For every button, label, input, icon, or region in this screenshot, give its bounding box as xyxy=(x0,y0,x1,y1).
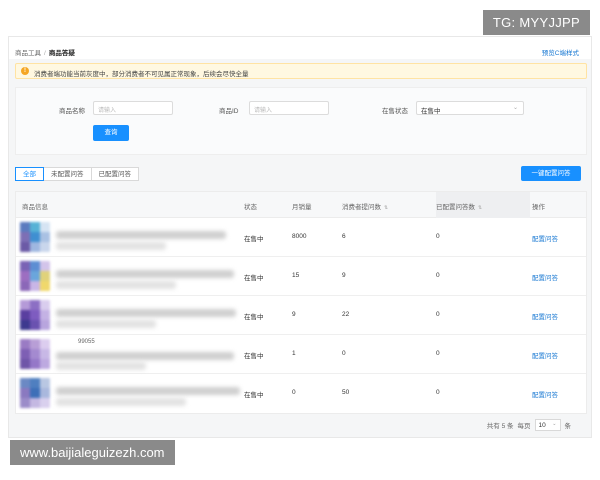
status-label: 在售状态 xyxy=(382,108,408,115)
product-subtitle-obscured xyxy=(56,362,146,370)
notice-banner: ! 消费者端功能当前灰度中，部分消费者不可见属正常现象，后续会尽快全量 xyxy=(15,63,587,79)
product-title-obscured xyxy=(56,387,240,395)
pagination: 共有 5 条 每页 10 ⌄ 条 xyxy=(487,419,571,431)
product-thumbnail xyxy=(20,261,50,291)
table-row: 在售中 8000 6 0 配置问答 xyxy=(16,218,586,257)
product-id-fragment: 99055 xyxy=(78,339,95,345)
configure-qa-link[interactable]: 配置问答 xyxy=(532,272,558,282)
product-thumbnail xyxy=(20,339,50,369)
status-cell: 在售中 xyxy=(244,275,264,282)
table-row: 99055 在售中 1 0 0 配置问答 xyxy=(16,335,586,374)
column-header-actions: 操作 xyxy=(532,204,545,211)
configure-qa-link[interactable]: 配置问答 xyxy=(532,311,558,321)
column-header-status: 状态 xyxy=(244,204,257,211)
status-cell: 在售中 xyxy=(244,314,264,321)
product-table: 商品信息 状态 月销量 消费者提问数 ⇅ 已配置问答数 ⇅ 操作 在售中 8000 … xyxy=(15,191,587,414)
questions-cell: 6 xyxy=(342,233,346,240)
questions-cell: 9 xyxy=(342,272,346,279)
breadcrumb: 商品工具 / 商品答疑 xyxy=(15,47,75,57)
product-subtitle-obscured xyxy=(56,398,186,406)
product-title-obscured xyxy=(56,231,226,239)
column-header-answers-label: 已配置问答数 xyxy=(436,204,475,211)
product-thumbnail xyxy=(20,300,50,330)
per-page-unit: 条 xyxy=(564,423,572,430)
sort-icon[interactable]: ⇅ xyxy=(478,205,482,211)
sales-cell: 1 xyxy=(292,350,296,357)
app-frame: 商品工具 / 商品答疑 预览C端样式 ! 消费者端功能当前灰度中，部分消费者不可见属… xyxy=(8,36,592,438)
tab-unconfigured[interactable]: 未配置问答 xyxy=(43,167,92,181)
product-title-obscured xyxy=(56,352,234,360)
product-thumbnail xyxy=(20,222,50,252)
tab-configured[interactable]: 已配置问答 xyxy=(90,167,139,181)
per-page-label: 每页 xyxy=(517,423,531,430)
column-header-questions[interactable]: 消费者提问数 ⇅ xyxy=(342,201,388,211)
configure-qa-link[interactable]: 配置问答 xyxy=(532,233,558,243)
product-subtitle-obscured xyxy=(56,242,166,250)
column-header-questions-label: 消费者提问数 xyxy=(342,204,381,211)
sort-icon[interactable]: ⇅ xyxy=(384,205,388,211)
product-name-input[interactable]: 请输入 xyxy=(93,101,173,115)
product-id-label: 商品ID xyxy=(219,108,239,115)
table-row: 在售中 15 9 0 配置问答 xyxy=(16,257,586,296)
questions-cell: 0 xyxy=(342,350,346,357)
chevron-down-icon: ⌄ xyxy=(512,105,518,111)
query-button[interactable]: 查询 xyxy=(93,125,129,141)
column-header-sales: 月销量 xyxy=(292,204,312,211)
total-count: 共有 5 条 xyxy=(486,423,514,430)
status-cell: 在售中 xyxy=(244,353,264,360)
page-header: 商品工具 / 商品答疑 预览C端样式 xyxy=(9,37,591,59)
breadcrumb-separator: / xyxy=(44,50,46,57)
product-subtitle-obscured xyxy=(56,281,176,289)
status-select-value: 在售中 xyxy=(421,108,441,115)
chevron-down-icon: ⌄ xyxy=(552,421,557,427)
configure-qa-link[interactable]: 配置问答 xyxy=(532,389,558,399)
sales-cell: 9 xyxy=(292,311,296,318)
questions-cell: 22 xyxy=(342,311,350,318)
breadcrumb-item-tools[interactable]: 商品工具 xyxy=(15,50,41,57)
filter-panel: 商品名称 请输入 商品ID 请输入 在售状态 在售中 ⌄ 查询 xyxy=(15,87,587,155)
filter-tabs: 全部 未配置问答 已配置问答 xyxy=(15,167,139,181)
product-name-label: 商品名称 xyxy=(59,108,85,115)
product-title-obscured xyxy=(56,270,234,278)
answers-cell: 0 xyxy=(436,233,440,240)
batch-configure-button[interactable]: 一键配置问答 xyxy=(521,166,581,181)
answers-cell: 0 xyxy=(436,350,440,357)
status-cell: 在售中 xyxy=(244,392,264,399)
table-row: 在售中 0 50 0 配置问答 xyxy=(16,374,586,413)
page-size-select[interactable]: 10 ⌄ xyxy=(534,419,561,431)
product-title-obscured xyxy=(56,309,236,317)
notice-text: 消费者端功能当前灰度中，部分消费者不可见属正常现象，后续会尽快全量 xyxy=(34,71,249,78)
page-size-value: 10 xyxy=(538,422,546,429)
sales-cell: 15 xyxy=(292,272,300,279)
sales-cell: 0 xyxy=(292,389,296,396)
status-select[interactable]: 在售中 ⌄ xyxy=(416,101,524,115)
preview-style-link[interactable]: 预览C端样式 xyxy=(542,47,579,57)
tab-all[interactable]: 全部 xyxy=(15,167,44,181)
breadcrumb-item-current: 商品答疑 xyxy=(48,50,75,57)
table-row: 在售中 9 22 0 配置问答 xyxy=(16,296,586,335)
column-header-product: 商品信息 xyxy=(22,204,48,211)
table-header: 商品信息 状态 月销量 消费者提问数 ⇅ 已配置问答数 ⇅ 操作 xyxy=(16,192,586,218)
watermark-top: TG: MYYJJPP xyxy=(482,10,590,35)
product-thumbnail xyxy=(20,378,50,408)
configure-qa-link[interactable]: 配置问答 xyxy=(532,350,558,360)
answers-cell: 0 xyxy=(436,311,440,318)
status-cell: 在售中 xyxy=(244,236,264,243)
column-header-answers[interactable]: 已配置问答数 ⇅ xyxy=(436,201,482,211)
questions-cell: 50 xyxy=(342,389,350,396)
watermark-bottom: www.baijialeguizezh.com xyxy=(10,440,175,465)
warning-icon: ! xyxy=(21,67,29,75)
answers-cell: 0 xyxy=(436,389,440,396)
product-subtitle-obscured xyxy=(56,320,156,328)
answers-cell: 0 xyxy=(436,272,440,279)
product-id-input[interactable]: 请输入 xyxy=(249,101,329,115)
sales-cell: 8000 xyxy=(292,233,307,240)
